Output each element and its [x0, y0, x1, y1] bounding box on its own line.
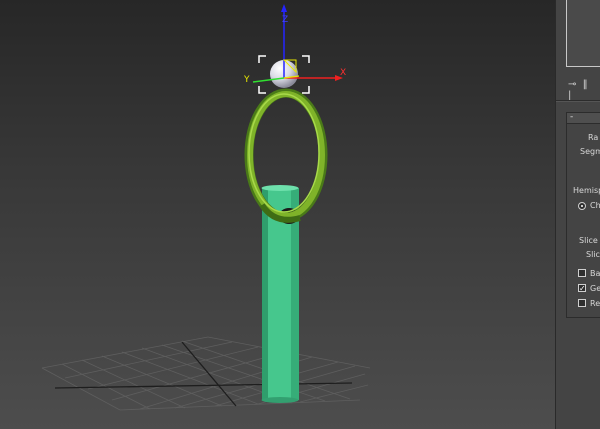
- check-icon: ✓: [579, 284, 586, 293]
- real-world-map-label: Re: [590, 299, 600, 308]
- chop-label: Ch: [590, 201, 600, 210]
- generate-mapping-checkbox[interactable]: ✓: [578, 284, 586, 293]
- modifier-stack-toolbar: ⊸ ‖ |: [568, 79, 600, 101]
- real-world-map-checkbox[interactable]: [578, 299, 586, 307]
- pin-stack-icon[interactable]: ⊸: [568, 79, 576, 90]
- segments-label: Segme: [580, 147, 600, 156]
- radius-label: Ra: [588, 133, 599, 142]
- chop-radio[interactable]: [578, 202, 586, 210]
- hemisphere-label: Hemisph: [573, 186, 600, 195]
- slice-to-label: Slic: [586, 250, 600, 259]
- show-end-result-icon[interactable]: ‖: [583, 79, 588, 90]
- rollout-toggle[interactable]: -: [570, 112, 573, 122]
- generate-mapping-label: Ge: [590, 284, 600, 293]
- viewport-canvas[interactable]: Z X Y: [0, 0, 555, 429]
- object-preview-box: [566, 0, 600, 67]
- panel-divider: [556, 100, 600, 102]
- rollout-header[interactable]: -: [567, 113, 600, 124]
- ground-grid: [41, 336, 371, 411]
- base-to-pivot-label: Ba: [590, 269, 600, 278]
- base-to-pivot-checkbox[interactable]: [578, 269, 586, 277]
- 3d-viewport[interactable]: Z X Y: [0, 0, 555, 429]
- command-panel: ⊸ ‖ | - Ra Segme Hemisph Ch Slice F Slic…: [555, 0, 600, 429]
- slice-from-label: Slice F: [579, 236, 600, 245]
- gizmo-z-label: Z: [282, 15, 288, 25]
- gizmo-y-label: Y: [243, 75, 250, 85]
- grid-axis-lines: [54, 341, 353, 407]
- gizmo-x-label: X: [340, 68, 346, 78]
- parameters-rollout: - Ra Segme Hemisph Ch Slice F Slic Ba ✓ …: [566, 112, 600, 318]
